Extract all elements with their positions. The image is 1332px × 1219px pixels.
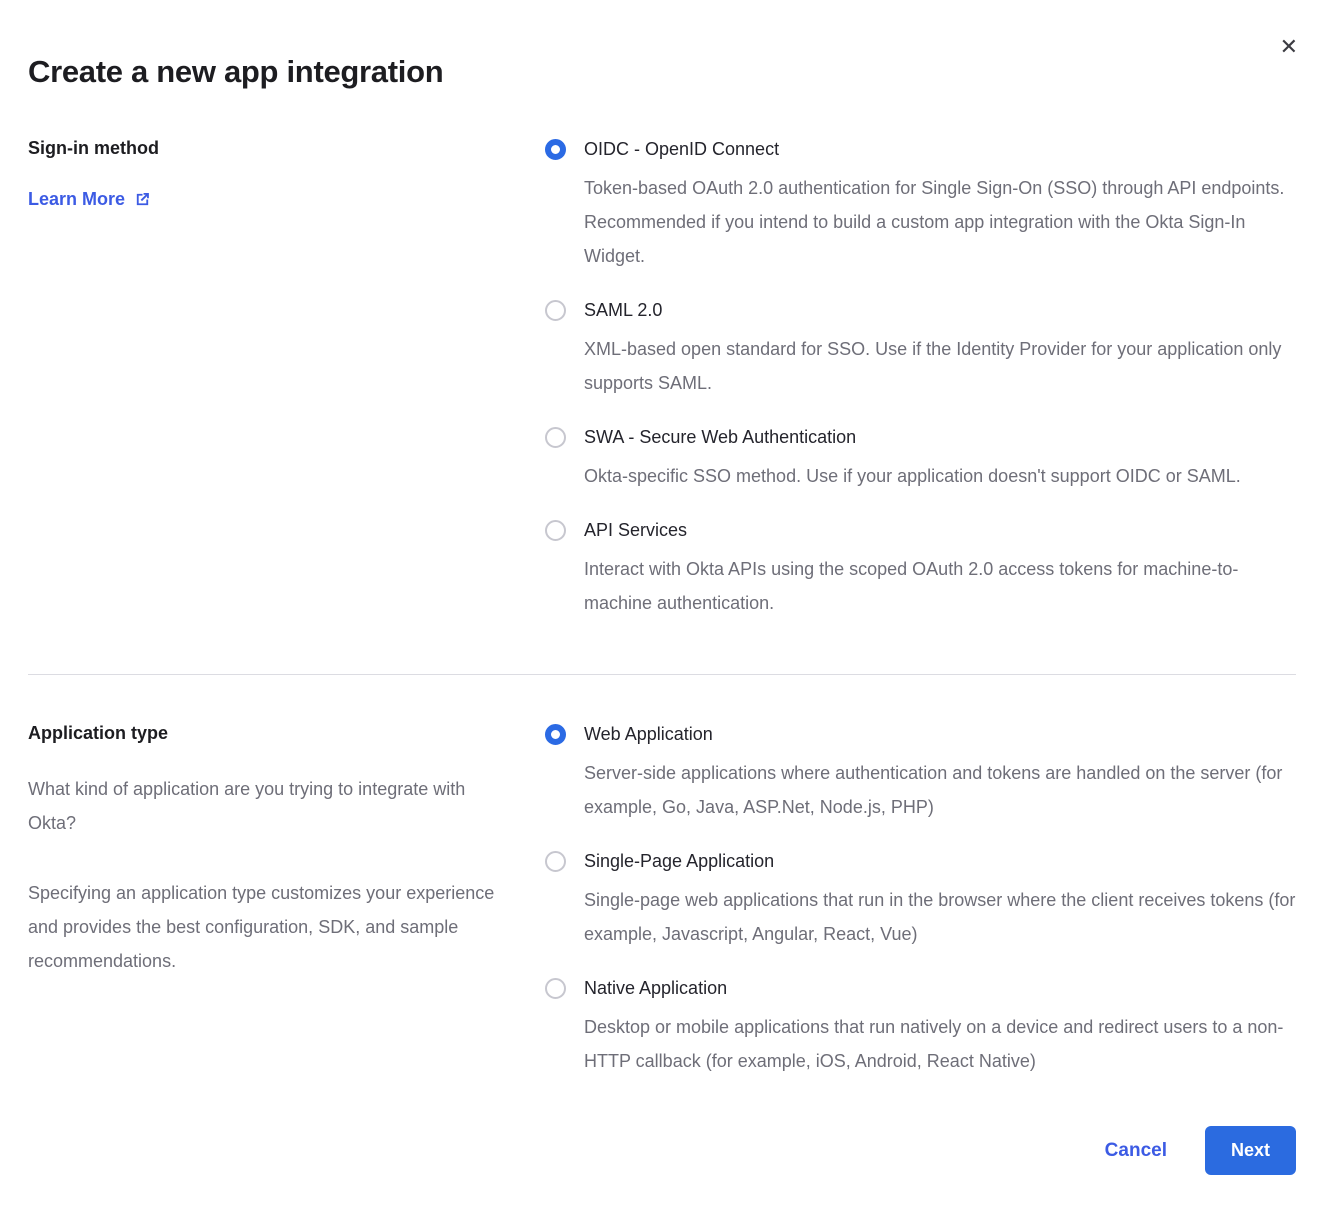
learn-more-link[interactable]: Learn More	[28, 189, 151, 210]
option-description: Desktop or mobile applications that run …	[584, 1010, 1296, 1078]
sign-in-method-option[interactable]: API Services Interact with Okta APIs usi…	[545, 519, 1296, 620]
section-divider	[28, 674, 1296, 675]
application-type-option[interactable]: Web Application Server-side applications…	[545, 723, 1296, 824]
option-label[interactable]: API Services	[584, 519, 1296, 541]
application-type-option[interactable]: Native Application Desktop or mobile app…	[545, 977, 1296, 1078]
learn-more-label: Learn More	[28, 189, 125, 210]
radio-button-icon[interactable]	[545, 139, 566, 160]
sign-in-method-option[interactable]: SAML 2.0 XML-based open standard for SSO…	[545, 299, 1296, 400]
create-app-integration-dialog: ✕ Create a new app integration Sign-in m…	[0, 0, 1332, 1219]
application-type-left-column: Application type What kind of applicatio…	[28, 723, 545, 1078]
application-type-option[interactable]: Single-Page Application Single-page web …	[545, 850, 1296, 951]
radio-button-icon[interactable]	[545, 978, 566, 999]
sign-in-method-option[interactable]: SWA - Secure Web Authentication Okta-spe…	[545, 426, 1296, 493]
radio-button-icon[interactable]	[545, 520, 566, 541]
option-label[interactable]: OIDC - OpenID Connect	[584, 138, 1296, 160]
application-type-description-1: What kind of application are you trying …	[28, 772, 499, 840]
option-label[interactable]: Single-Page Application	[584, 850, 1296, 872]
option-label[interactable]: SWA - Secure Web Authentication	[584, 426, 1241, 448]
cancel-button[interactable]: Cancel	[1105, 1140, 1167, 1162]
radio-button-icon[interactable]	[545, 300, 566, 321]
option-body: Web Application Server-side applications…	[584, 723, 1296, 824]
application-type-label: Application type	[28, 723, 499, 744]
option-body: OIDC - OpenID Connect Token-based OAuth …	[584, 138, 1296, 273]
sign-in-method-left-column: Sign-in method Learn More	[28, 138, 545, 620]
option-description: Okta-specific SSO method. Use if your ap…	[584, 459, 1241, 493]
option-label[interactable]: Native Application	[584, 977, 1296, 999]
radio-button-icon[interactable]	[545, 851, 566, 872]
option-description: Interact with Okta APIs using the scoped…	[584, 552, 1296, 620]
external-link-icon	[134, 191, 151, 208]
next-button[interactable]: Next	[1205, 1126, 1296, 1175]
application-type-section: Application type What kind of applicatio…	[28, 723, 1296, 1078]
dialog-footer: Cancel Next	[28, 1126, 1296, 1175]
option-body: API Services Interact with Okta APIs usi…	[584, 519, 1296, 620]
option-body: Native Application Desktop or mobile app…	[584, 977, 1296, 1078]
page-title: Create a new app integration	[28, 54, 1296, 90]
application-type-description-2: Specifying an application type customize…	[28, 876, 499, 978]
option-body: Single-Page Application Single-page web …	[584, 850, 1296, 951]
sign-in-method-label: Sign-in method	[28, 138, 499, 159]
option-description: Token-based OAuth 2.0 authentication for…	[584, 171, 1296, 273]
sign-in-method-options: OIDC - OpenID Connect Token-based OAuth …	[545, 138, 1296, 620]
option-description: XML-based open standard for SSO. Use if …	[584, 332, 1296, 400]
option-body: SAML 2.0 XML-based open standard for SSO…	[584, 299, 1296, 400]
option-label[interactable]: Web Application	[584, 723, 1296, 745]
sign-in-method-option[interactable]: OIDC - OpenID Connect Token-based OAuth …	[545, 138, 1296, 273]
radio-button-icon[interactable]	[545, 724, 566, 745]
sign-in-method-section: Sign-in method Learn More OIDC - OpenID …	[28, 138, 1296, 620]
radio-button-icon[interactable]	[545, 427, 566, 448]
close-icon[interactable]: ✕	[1280, 36, 1298, 58]
option-description: Server-side applications where authentic…	[584, 756, 1296, 824]
option-label[interactable]: SAML 2.0	[584, 299, 1296, 321]
option-description: Single-page web applications that run in…	[584, 883, 1296, 951]
option-body: SWA - Secure Web Authentication Okta-spe…	[584, 426, 1241, 493]
application-type-options: Web Application Server-side applications…	[545, 723, 1296, 1078]
